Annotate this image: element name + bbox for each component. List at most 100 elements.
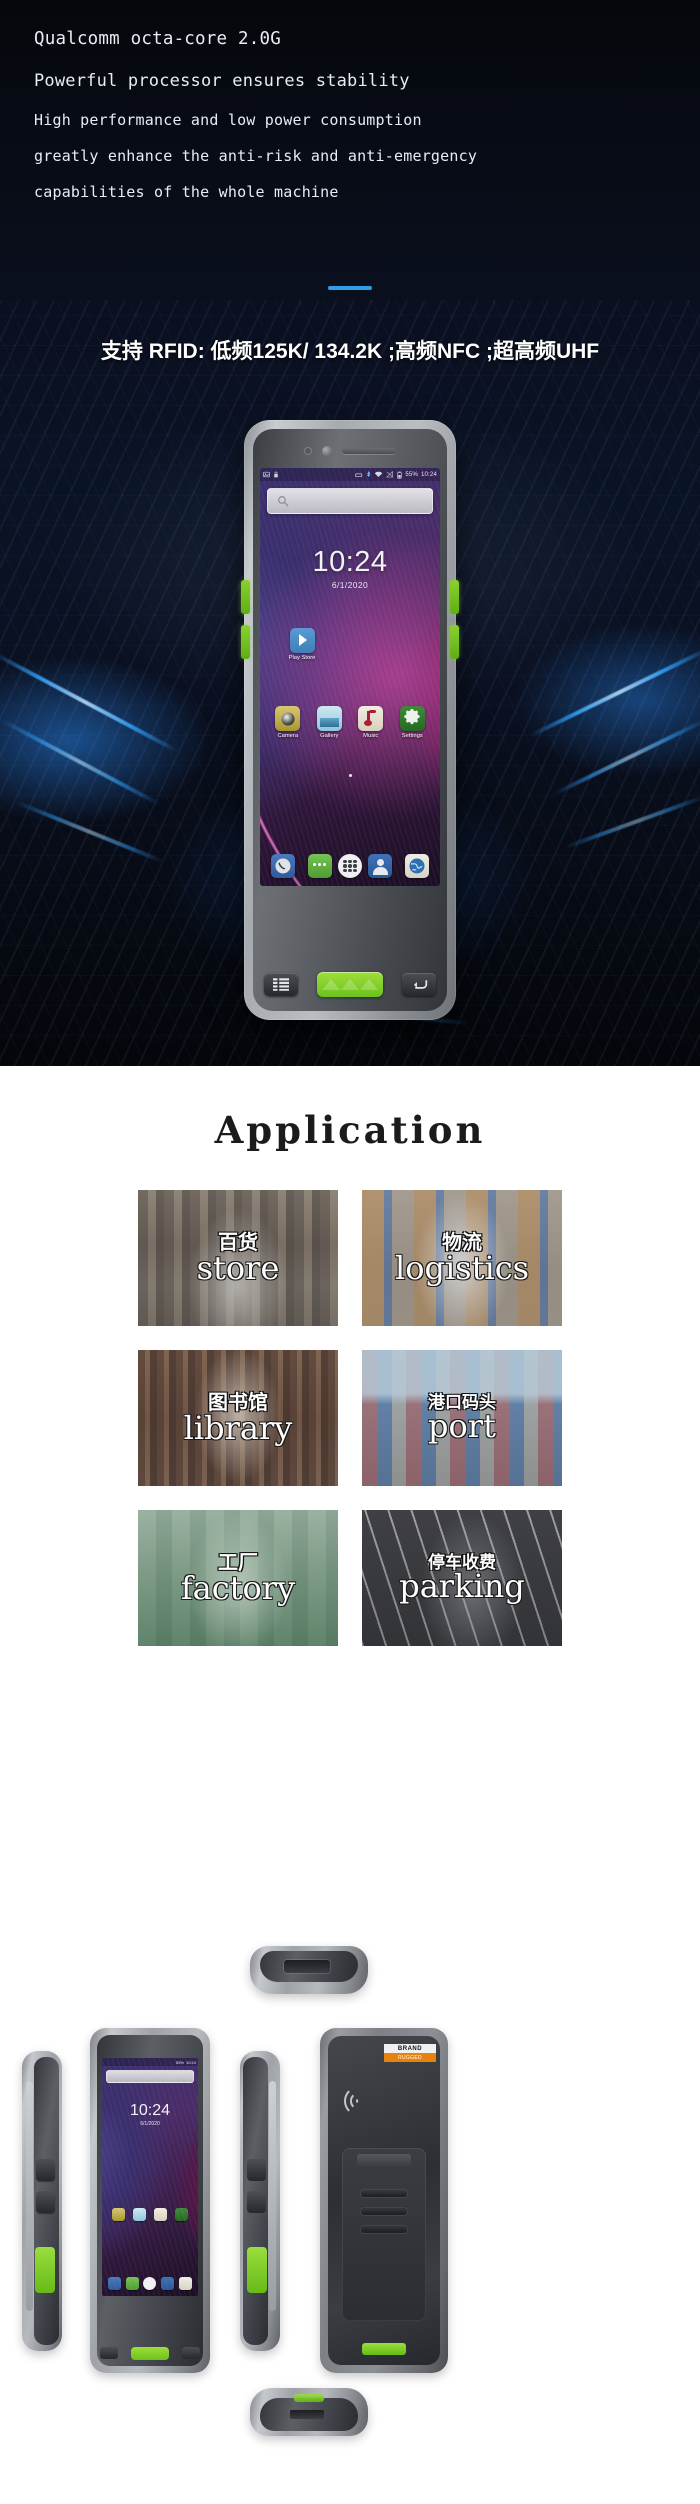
tile-label-en: logistics [394,1248,530,1287]
product-left-side-view [22,2051,62,2351]
battery-icon [397,471,403,479]
side-button-lower[interactable] [36,2191,55,2213]
side-button-right-lower[interactable] [450,625,459,659]
status-bar: 55% 10:24 [260,468,440,481]
page-title: Application [214,1108,486,1152]
contacts-icon[interactable] [161,2277,175,2290]
settings-gear-icon [399,706,425,731]
contacts-icon[interactable] [368,854,393,878]
tile-labels: 百货 store [138,1190,338,1326]
tile-label-en: store [196,1248,280,1287]
front-view-screen[interactable]: 55% 10:24 10:24 6/1/2020 [102,2058,198,2296]
messages-icon[interactable] [125,2277,139,2290]
app-settings[interactable]: Settings [396,706,428,739]
side-button-left-lower[interactable] [241,625,250,659]
product-right-side-view [240,2051,280,2351]
messages-icon[interactable] [307,854,332,878]
phone-screen[interactable]: 55% 10:24 10:24 6/1/2020 Play Store Came… [260,468,440,886]
menu-icon[interactable] [100,2347,118,2359]
back-arrow-icon[interactable] [402,972,436,996]
tile-labels: 物流 logistics [362,1190,562,1326]
application-tile-store[interactable]: 百货 store [138,1190,338,1326]
front-view-dock [106,2277,194,2290]
front-view-app-row [108,2208,192,2221]
app-row: Camera Gallery Music Settings [267,706,433,739]
tile-label-en: factory [180,1568,296,1607]
side-rail [269,2081,276,2311]
application-tile-logistics[interactable]: 物流 logistics [362,1190,562,1326]
side-button-upper[interactable] [36,2159,55,2181]
battery-percent-label: 55% [405,471,418,478]
signal-off-icon [386,471,394,478]
side-button-lower[interactable] [247,2191,266,2213]
front-view-date: 6/1/2020 [140,2121,160,2127]
music-icon[interactable] [154,2208,167,2221]
battery-door [342,2148,426,2321]
product-phone-render: 55% 10:24 10:24 6/1/2020 Play Store Came… [241,420,459,1020]
app-drawer-icon[interactable] [338,854,362,878]
wifi-icon [375,471,383,478]
spec-line-1: Qualcomm octa-core 2.0G [34,29,281,49]
gallery-icon[interactable] [133,2208,146,2221]
phone-icon[interactable] [108,2277,122,2290]
hero-section: Qualcomm octa-core 2.0G Powerful process… [0,0,700,1066]
door-slot [361,2190,407,2197]
app-music[interactable]: Music [355,706,387,739]
play-store-icon [289,628,315,653]
product-bottom-view [250,2388,368,2436]
scan-trigger-icon[interactable] [131,2346,169,2360]
front-camera-icon [304,447,312,455]
clock-time: 10:24 [312,546,388,578]
brand-label: BRAND RUGGED [384,2044,436,2062]
earpiece-speaker [342,448,396,454]
menu-icon[interactable] [264,972,298,996]
tile-labels: 工厂 factory [138,1510,338,1646]
phone-icon[interactable] [271,854,296,878]
home-app-play-store[interactable]: Play Store [282,628,322,661]
front-view-search-bar[interactable] [106,2070,194,2083]
hardware-key-row [258,964,442,1004]
music-icon [358,706,384,731]
browser-globe-icon[interactable] [404,854,429,878]
side-button-upper[interactable] [247,2159,266,2181]
back-arrow-icon[interactable] [182,2347,200,2359]
application-tile-library[interactable]: 图书馆 library [138,1350,338,1486]
product-front-view: 55% 10:24 10:24 6/1/2020 [90,2028,210,2373]
scan-trigger-icon[interactable] [317,971,383,997]
search-icon [278,496,289,507]
tile-labels: 港口码头 port [362,1350,562,1486]
clock-widget[interactable]: 10:24 6/1/2020 [260,546,440,590]
side-scan-button[interactable] [247,2247,267,2293]
side-button-left-upper[interactable] [241,580,250,614]
clock-date: 6/1/2020 [331,580,369,590]
browser-globe-icon[interactable] [178,2277,192,2290]
app-label: Music [363,733,379,739]
brand-name: BRAND [384,2044,436,2053]
application-tile-parking[interactable]: 停车收费 parking [362,1510,562,1646]
tile-labels: 停车收费 parking [362,1510,562,1646]
tile-label-en: library [183,1408,293,1447]
spec-text-block: Qualcomm octa-core 2.0G Powerful process… [0,0,700,210]
camera-icon[interactable] [112,2208,125,2221]
settings-gear-icon[interactable] [175,2208,188,2221]
application-tile-port[interactable]: 港口码头 port [362,1350,562,1486]
google-search-bar[interactable] [267,488,433,514]
wallpaper-arc [260,468,440,886]
back-scan-button[interactable] [362,2343,406,2355]
bluetooth-icon [367,470,371,477]
app-gallery[interactable]: Gallery [313,706,345,739]
product-back-view: BRAND RUGGED [320,2028,448,2373]
application-tile-factory[interactable]: 工厂 factory [138,1510,338,1646]
home-app-label: Play Store [288,655,316,661]
side-scan-button[interactable] [35,2247,55,2293]
accent-divider-bar [328,286,372,290]
app-drawer-icon[interactable] [143,2277,157,2290]
app-label: Settings [401,733,423,739]
usb-icon [355,473,363,477]
bottom-scan-button[interactable] [294,2394,324,2402]
side-rail [26,2081,33,2311]
gallery-icon [316,706,342,731]
side-button-right-upper[interactable] [450,580,459,614]
app-camera[interactable]: Camera [272,706,304,739]
dock-bar [265,854,435,878]
